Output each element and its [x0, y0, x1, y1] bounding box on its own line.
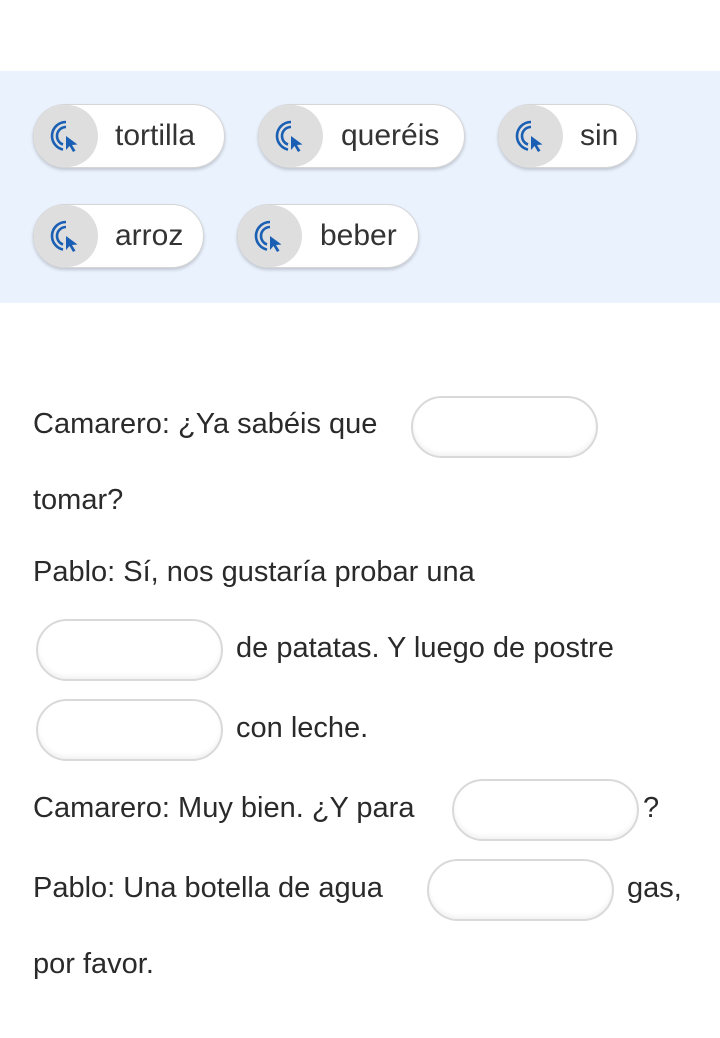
drag-cursor-icon[interactable] — [34, 105, 98, 167]
word-chip-label: tortilla — [115, 119, 196, 152]
sentence-text: Pablo: Sí, nos gustaría probar una — [33, 556, 475, 588]
sentence-text: de patatas. Y luego de postre — [236, 632, 614, 664]
sentence-text: Pablo: Una botella de agua — [33, 872, 383, 904]
drop-blank-2[interactable] — [36, 619, 223, 681]
sentence-text: Camarero: Muy bien. ¿Y para — [33, 792, 415, 824]
word-bank: tortilla queréis sin arroz beber — [0, 71, 720, 303]
word-chip-tortilla[interactable]: tortilla — [33, 104, 225, 168]
sentence-text: ? — [643, 792, 660, 824]
word-chip-label: beber — [320, 219, 397, 252]
drag-cursor-icon[interactable] — [238, 205, 302, 267]
word-chip-label: queréis — [341, 119, 440, 152]
drop-blank-5[interactable] — [427, 859, 614, 921]
word-chip-quereis[interactable]: queréis — [258, 104, 465, 168]
drag-cursor-icon[interactable] — [499, 105, 563, 167]
drop-blank-1[interactable] — [411, 396, 598, 458]
drag-cursor-icon[interactable] — [34, 205, 98, 267]
drag-cursor-icon[interactable] — [259, 105, 323, 167]
word-chip-label: arroz — [115, 219, 184, 252]
sentence-text: Camarero: ¿Ya sabéis que — [33, 408, 378, 440]
sentence-text: tomar? — [33, 484, 124, 516]
sentence-text: gas, — [627, 872, 682, 904]
drop-blank-3[interactable] — [36, 699, 223, 761]
drop-blank-4[interactable] — [452, 779, 639, 841]
word-chip-sin[interactable]: sin — [498, 104, 637, 168]
word-chip-beber[interactable]: beber — [237, 204, 419, 268]
word-chip-label: sin — [580, 119, 619, 152]
sentence-text: por favor. — [33, 948, 154, 980]
word-chip-arroz[interactable]: arroz — [33, 204, 204, 268]
sentence-text: con leche. — [236, 712, 369, 744]
